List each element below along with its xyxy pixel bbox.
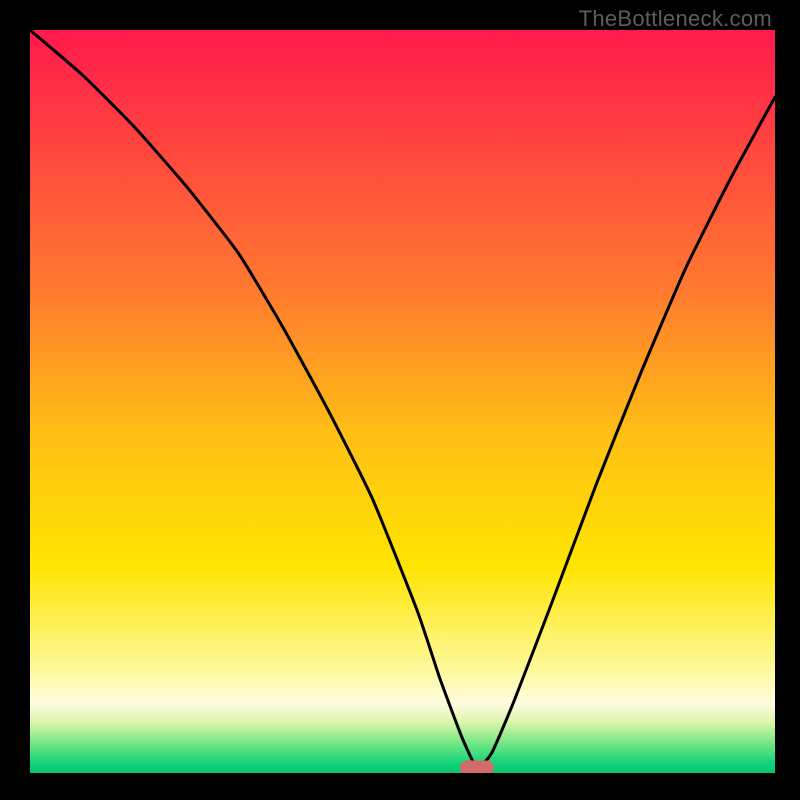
plot-area <box>30 30 775 775</box>
chart-canvas: TheBottleneck.com <box>0 0 800 800</box>
plot-svg <box>30 30 775 775</box>
attribution-text: TheBottleneck.com <box>579 6 772 32</box>
optimal-marker <box>460 761 494 775</box>
gradient-backdrop <box>30 30 775 775</box>
